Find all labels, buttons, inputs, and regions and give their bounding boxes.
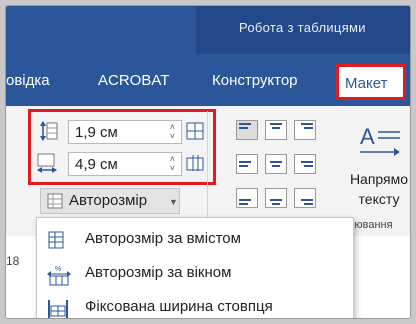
autosize-label: Авторозмір (69, 192, 148, 209)
autofit-contents-icon (48, 231, 64, 249)
menu-item-label: Авторозмір за вмістом (85, 230, 241, 247)
tab-layout-label: Макет (345, 75, 388, 92)
autosize-button[interactable]: Авторозмір ▼ (40, 188, 180, 214)
cell-size-highlight (28, 109, 216, 185)
tab-acrobat[interactable]: ACROBAT (98, 72, 169, 89)
menu-item-autofit-window[interactable]: % Авторозмір за вікном (37, 258, 353, 290)
svg-text:%: % (55, 266, 61, 273)
autofit-window-icon: % (47, 266, 71, 286)
ruler-value: 18 (6, 254, 20, 268)
align-top-center-button[interactable] (265, 120, 287, 140)
text-direction-label[interactable]: Напрямо тексту (344, 169, 410, 209)
align-top-right-button[interactable] (294, 120, 316, 140)
tab-layout[interactable]: Макет (336, 64, 406, 100)
text-direction-line1: Напрямо (349, 171, 409, 187)
tab-design[interactable]: Конструктор (212, 72, 298, 89)
autosize-dropdown-menu: Авторозмір за вмістом % Авторозмір за ві… (36, 217, 354, 318)
word-window: Робота з таблицями овідка ACROBAT Констр… (5, 5, 411, 319)
tab-references[interactable]: овідка (6, 72, 50, 89)
align-bottom-left-button[interactable] (236, 188, 258, 208)
menu-item-label: Фіксована ширина стовпця (85, 298, 273, 315)
text-direction-line2: тексту (358, 191, 400, 207)
menu-item-label: Авторозмір за вікном (85, 264, 232, 281)
align-middle-left-button[interactable] (236, 154, 258, 174)
align-middle-right-button[interactable] (294, 154, 316, 174)
align-bottom-right-button[interactable] (294, 188, 316, 208)
fixed-column-width-icon (48, 300, 68, 318)
chevron-down-icon: ▼ (169, 197, 178, 207)
menu-item-autofit-contents[interactable]: Авторозмір за вмістом (37, 224, 353, 256)
text-direction-icon[interactable]: A (358, 122, 402, 158)
align-top-left-button[interactable] (236, 120, 258, 140)
menu-item-fixed-column-width[interactable]: Фіксована ширина стовпця (37, 292, 353, 318)
align-bottom-center-button[interactable] (265, 188, 287, 208)
align-middle-center-button[interactable] (265, 154, 287, 174)
autosize-icon (47, 193, 63, 209)
group-separator (207, 111, 208, 231)
svg-text:A: A (360, 124, 375, 149)
context-title: Робота з таблицями (239, 20, 366, 35)
